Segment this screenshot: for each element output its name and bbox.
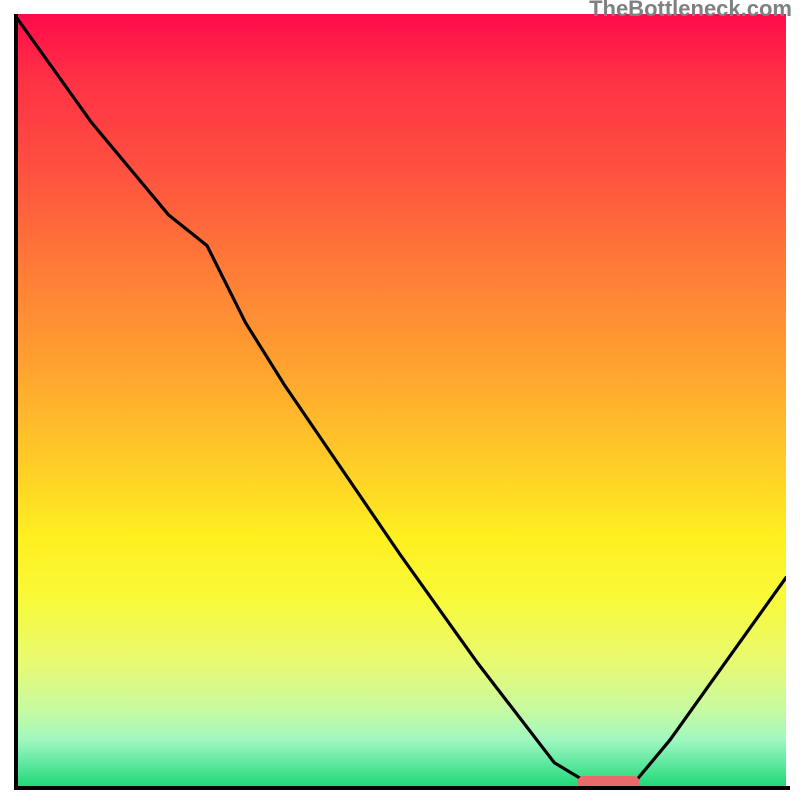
watermark-text: TheBottleneck.com bbox=[589, 0, 792, 22]
curve-layer bbox=[14, 14, 786, 786]
bottleneck-curve bbox=[14, 14, 786, 786]
optimal-range-marker bbox=[578, 776, 640, 786]
bottleneck-chart: TheBottleneck.com bbox=[0, 0, 800, 800]
x-axis-line bbox=[14, 786, 790, 790]
y-axis-line bbox=[14, 14, 18, 790]
